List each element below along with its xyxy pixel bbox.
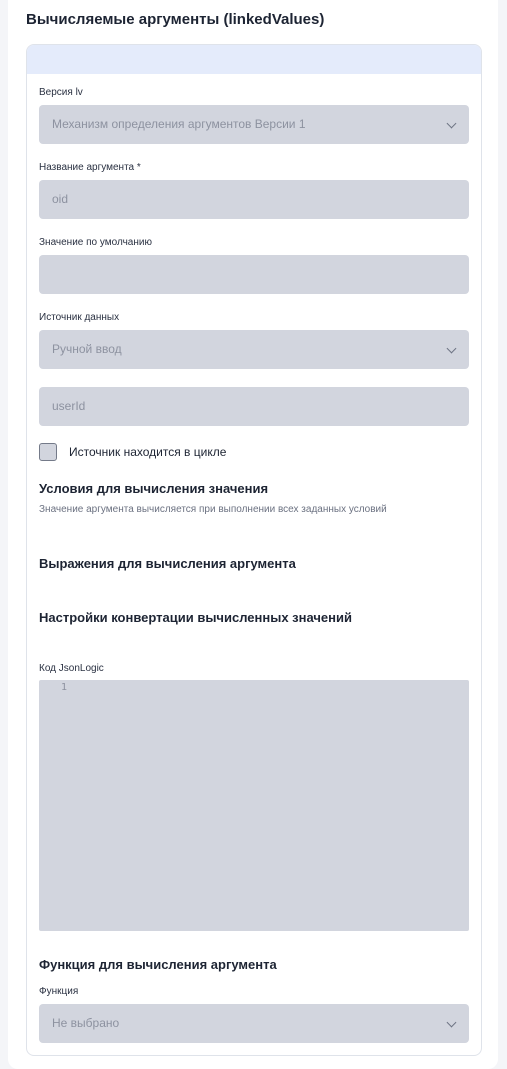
loop-checkbox-label[interactable]: Источник находится в цикле <box>69 445 226 459</box>
version-select[interactable]: Механизм определения аргументов Версии 1 <box>39 105 469 144</box>
page-title: Вычисляемые аргументы (linkedValues) <box>26 11 325 28</box>
jsonlogic-label: Код JsonLogic <box>39 663 104 674</box>
source-value-input[interactable]: userId <box>39 387 469 426</box>
arg-name-value: oid <box>52 192 69 206</box>
default-value-input[interactable] <box>39 255 469 294</box>
data-source-select[interactable]: Ручной ввод <box>39 330 469 369</box>
arg-name-label: Название аргумента * <box>39 162 141 173</box>
conditions-title: Условия для вычисления значения <box>39 481 269 496</box>
function-select-value: Не выбрано <box>52 1016 120 1030</box>
arg-name-input[interactable]: oid <box>39 180 469 219</box>
card-header-band[interactable] <box>27 45 481 74</box>
chevron-down-icon <box>446 1017 457 1028</box>
function-select[interactable]: Не выбрано <box>39 1004 469 1043</box>
line-number: 1 <box>61 682 68 693</box>
data-source-label: Источник данных <box>39 312 120 323</box>
expressions-title: Выражения для вычисления аргумента <box>39 556 296 571</box>
conditions-hint: Значение аргумента вычисляется при выпол… <box>39 504 387 515</box>
linked-value-card: Версия lv Механизм определения аргументо… <box>26 44 482 1056</box>
version-select-value: Механизм определения аргументов Версии 1 <box>52 117 306 131</box>
linked-values-panel: Вычисляемые аргументы (linkedValues) Вер… <box>8 0 498 1069</box>
source-value: userId <box>52 399 86 413</box>
conversion-title: Настройки конвертации вычисленных значен… <box>39 610 352 625</box>
default-value-label: Значение по умолчанию <box>39 237 152 248</box>
data-source-value: Ручной ввод <box>52 342 122 356</box>
chevron-down-icon <box>446 118 457 129</box>
version-label: Версия lv <box>39 87 83 98</box>
function-label: Функция <box>39 986 79 997</box>
loop-checkbox[interactable] <box>39 443 57 461</box>
function-section-title: Функция для вычисления аргумента <box>39 957 277 972</box>
jsonlogic-editor[interactable]: 1 <box>39 680 469 931</box>
chevron-down-icon <box>446 343 457 354</box>
